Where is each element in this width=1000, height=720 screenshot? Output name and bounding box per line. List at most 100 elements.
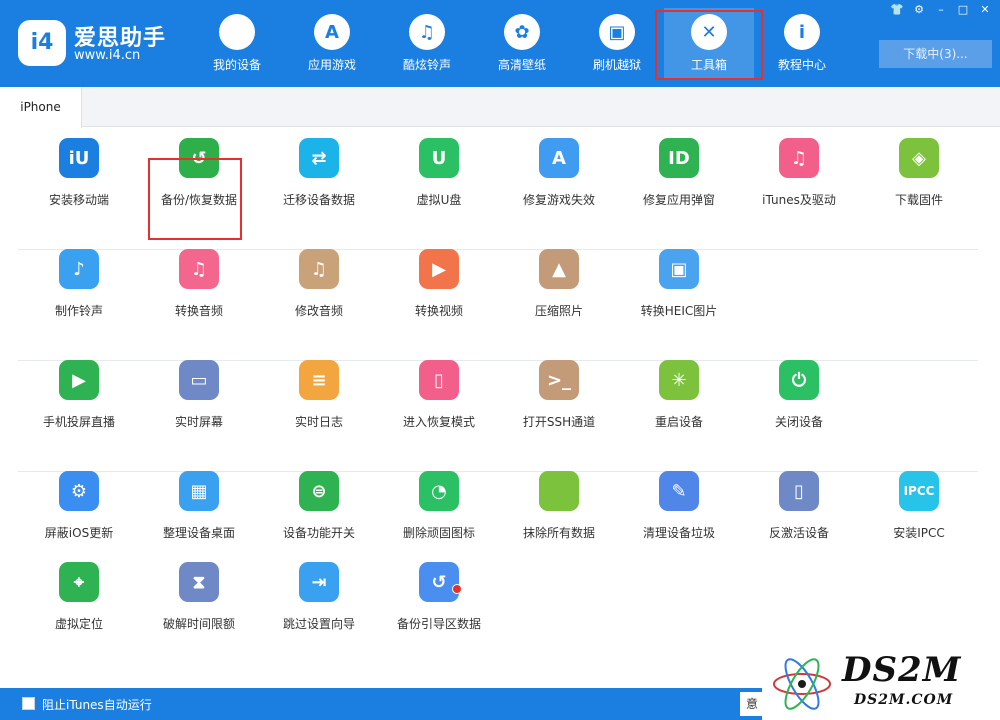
minimize-icon[interactable]: – (932, 2, 950, 18)
app-store-icon: A (314, 14, 350, 50)
nav-item-bell[interactable]: ♫ 酷炫铃声 (382, 8, 472, 80)
tool-install-ipcc[interactable]: IPCC 安装IPCC (859, 435, 979, 540)
nav-item-flower[interactable]: ✿ 高清壁纸 (477, 8, 567, 80)
tool-organize-desktop[interactable]: ▦ 整理设备桌面 (139, 435, 259, 540)
shutdown-device-icon: ⏻ (779, 360, 819, 400)
tool-deactivate-device[interactable]: ▯ 反激活设备 (739, 435, 859, 540)
settings-icon[interactable]: ⚙ (910, 2, 928, 18)
tool-backup-boot[interactable]: ↺ 备份引导区数据 (379, 526, 499, 631)
tool-usb-drive[interactable]: U 虚拟U盘 (379, 102, 499, 207)
nav-label: 教程中心 (777, 58, 826, 72)
nav-item-apple[interactable]: 我的设备 (192, 8, 282, 80)
time-limit-icon: ⧗ (179, 562, 219, 602)
logo-url: www.i4.cn (74, 48, 141, 63)
nav-label: 刷机越狱 (592, 58, 641, 72)
bell-icon: ♫ (409, 14, 445, 50)
tool-label: 清理设备垃圾 (642, 526, 715, 540)
highlight-box-backup (148, 158, 242, 240)
tool-label: 破解时间限额 (162, 617, 235, 631)
tool-label: 压缩照片 (534, 304, 583, 318)
tool-block-ios-update[interactable]: ⚙ 屏蔽iOS更新 (19, 435, 139, 540)
realtime-screen-icon: ▭ (179, 360, 219, 400)
maximize-icon[interactable]: □ (954, 2, 972, 18)
tool-virtual-location[interactable]: ⌖ 虚拟定位 (19, 526, 139, 631)
tool-label: 实时日志 (294, 415, 343, 429)
recovery-mode-icon: ▯ (419, 360, 459, 400)
deactivate-device-icon: ▯ (779, 471, 819, 511)
footer-right-button[interactable]: 意 (740, 692, 764, 716)
tool-label: 跳过设置向导 (282, 617, 355, 631)
clean-junk-icon: ✎ (659, 471, 699, 511)
app-window: i4 爱思助手 www.i4.cn 我的设备 A 应用游戏 ♫ 酷炫铃声 ✿ 高清壁纸 ▣ 刷机… (0, 0, 1000, 720)
install-ipcc-icon: IPCC (899, 471, 939, 511)
convert-heic-icon: ▣ (659, 249, 699, 289)
usb-drive-icon: U (419, 138, 459, 178)
tool-migrate-data[interactable]: ⇄ 迁移设备数据 (259, 102, 379, 207)
tool-realtime-log[interactable]: ≡ 实时日志 (259, 324, 379, 429)
tool-erase-all-data[interactable]: 抹除所有数据 (499, 435, 619, 540)
nav-item-info[interactable]: i 教程中心 (757, 8, 847, 80)
tool-restart-device[interactable]: ✳ 重启设备 (619, 324, 739, 429)
restart-device-icon: ✳ (659, 360, 699, 400)
tool-feature-toggle[interactable]: ⊜ 设备功能开关 (259, 435, 379, 540)
tool-firmware-download[interactable]: ◈ 下载固件 (859, 102, 979, 207)
block-itunes-checkbox[interactable] (22, 697, 35, 710)
tool-time-limit[interactable]: ⧗ 破解时间限额 (139, 526, 259, 631)
tool-label: 迁移设备数据 (282, 193, 355, 207)
close-icon[interactable]: ✕ (976, 2, 994, 18)
tool-convert-heic[interactable]: ▣ 转换HEIC图片 (619, 213, 739, 318)
watermark-small-text: DS2M.COM (854, 692, 954, 708)
tool-skip-setup[interactable]: ⇥ 跳过设置向导 (259, 526, 379, 631)
tool-realtime-screen[interactable]: ▭ 实时屏幕 (139, 324, 259, 429)
tool-shutdown-device[interactable]: ⏻ 关闭设备 (739, 324, 859, 429)
download-progress-button[interactable]: 下载中(3)... (879, 40, 992, 68)
tool-compress-photo[interactable]: ▲ 压缩照片 (499, 213, 619, 318)
nav-item-box[interactable]: ▣ 刷机越狱 (572, 8, 662, 80)
atom-logo-icon (773, 658, 831, 710)
tool-edit-audio[interactable]: ♫ 修改音频 (259, 213, 379, 318)
block-itunes-label: 阻止iTunes自动运行 (42, 698, 152, 712)
nav-label: 我的设备 (212, 58, 261, 72)
info-icon: i (784, 14, 820, 50)
tool-label: 安装移动端 (48, 193, 109, 207)
tool-label: 抹除所有数据 (522, 526, 595, 540)
feature-toggle-icon: ⊜ (299, 471, 339, 511)
box-icon: ▣ (599, 14, 635, 50)
tool-repair-game[interactable]: A 修复游戏失效 (499, 102, 619, 207)
new-badge-dot (452, 584, 462, 594)
tool-ssh-tunnel[interactable]: >_ 打开SSH通道 (499, 324, 619, 429)
edit-audio-icon: ♫ (299, 249, 339, 289)
tool-clean-junk[interactable]: ✎ 清理设备垃圾 (619, 435, 739, 540)
tool-delete-stubborn[interactable]: ◔ 删除顽固图标 (379, 435, 499, 540)
delete-stubborn-icon: ◔ (419, 471, 459, 511)
backup-boot-icon: ↺ (419, 562, 459, 602)
tool-label: iTunes及驱动 (762, 193, 836, 207)
nav-label: 酷炫铃声 (402, 58, 451, 72)
erase-all-data-icon (539, 471, 579, 511)
watermark: DS2M DS2M.COM (762, 648, 1000, 720)
flower-icon: ✿ (504, 14, 540, 50)
nav-item-app-store[interactable]: A 应用游戏 (287, 8, 377, 80)
app-logo: i4 爱思助手 www.i4.cn (18, 18, 178, 68)
skin-icon[interactable]: 👕 (888, 2, 906, 18)
tool-label: 备份引导区数据 (396, 617, 481, 631)
tool-label: 修复游戏失效 (522, 193, 595, 207)
tool-label: 实时屏幕 (174, 415, 223, 429)
tool-recovery-mode[interactable]: ▯ 进入恢复模式 (379, 324, 499, 429)
tool-convert-video[interactable]: ▶ 转换视频 (379, 213, 499, 318)
tool-repair-app-popup[interactable]: ID 修复应用弹窗 (619, 102, 739, 207)
tool-itunes-driver[interactable]: ♫ iTunes及驱动 (739, 102, 859, 207)
tool-i4-app[interactable]: iU 安装移动端 (19, 102, 139, 207)
skip-setup-icon: ⇥ (299, 562, 339, 602)
repair-game-icon: A (539, 138, 579, 178)
tool-label: 虚拟U盘 (416, 193, 462, 207)
apple-icon (219, 14, 255, 50)
tool-make-ringtone[interactable]: ♪ 制作铃声 (19, 213, 139, 318)
tool-screen-cast[interactable]: ▶ 手机投屏直播 (19, 324, 139, 429)
tool-label: 转换视频 (414, 304, 463, 318)
watermark-big-text: DS2M (842, 650, 962, 690)
nav-label: 高清壁纸 (497, 58, 546, 72)
tool-label: 进入恢复模式 (402, 415, 475, 429)
tool-label: 虚拟定位 (54, 617, 103, 631)
tool-label: 下载固件 (894, 193, 943, 207)
